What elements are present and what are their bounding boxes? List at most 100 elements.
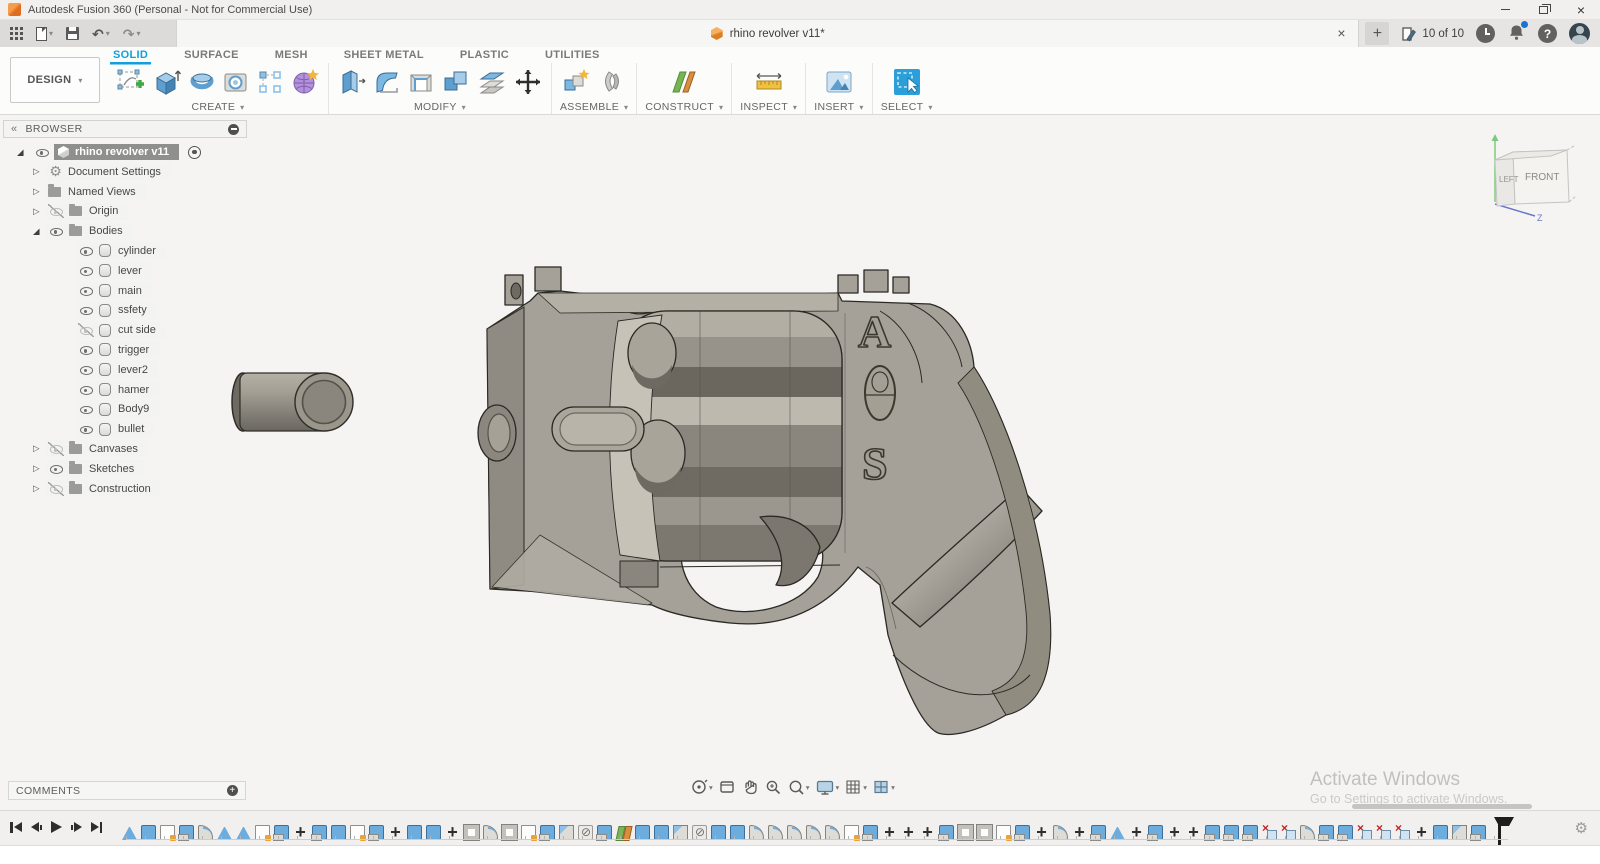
browser-node-bullet[interactable]: bullet — [3, 419, 247, 439]
inspect-group-label[interactable]: INSPECT▾ — [740, 100, 797, 114]
visibility-eye-icon[interactable] — [48, 204, 64, 218]
ribbon-tab-plastic[interactable]: PLASTIC — [457, 48, 512, 62]
new-component-icon[interactable] — [560, 67, 592, 97]
minimize-button[interactable] — [1486, 0, 1524, 19]
visibility-eye-icon[interactable] — [78, 363, 94, 377]
visibility-eye-icon[interactable] — [78, 284, 94, 298]
browser-node-origin[interactable]: Origin — [3, 202, 247, 222]
visibility-eye-icon[interactable] — [78, 264, 94, 278]
select-icon[interactable] — [892, 67, 922, 97]
ribbon-tab-utilities[interactable]: UTILITIES — [542, 48, 603, 62]
browser-node-canvases[interactable]: Canvases — [3, 439, 247, 459]
timeline-settings-gear-icon[interactable] — [1575, 819, 1588, 837]
modify-group-label[interactable]: MODIFY▾ — [414, 100, 466, 114]
play-button[interactable] — [51, 821, 62, 833]
visibility-eye-icon[interactable] — [78, 323, 94, 337]
twisty-open[interactable] — [33, 226, 46, 237]
construct-group-label[interactable]: CONSTRUCT▾ — [645, 100, 723, 114]
window-zoom-button[interactable]: ▾ — [787, 778, 810, 796]
tab-close-button[interactable] — [1333, 25, 1349, 41]
design-menu-button[interactable]: DESIGN ▾ — [10, 57, 100, 103]
browser-node-construction[interactable]: Construction — [3, 479, 247, 499]
visibility-eye-icon[interactable] — [48, 442, 64, 456]
step-forward-button[interactable] — [71, 822, 82, 832]
skip-to-end-button[interactable] — [91, 822, 103, 833]
display-settings-button[interactable]: ▾ — [815, 778, 840, 796]
save-button[interactable] — [66, 27, 79, 40]
browser-node-ssfety[interactable]: ssfety — [3, 301, 247, 321]
browser-node-named-views[interactable]: Named Views — [3, 182, 247, 202]
joint-icon[interactable] — [598, 67, 628, 97]
visibility-eye-icon[interactable] — [48, 482, 64, 496]
visibility-eye-icon[interactable] — [78, 244, 94, 258]
panel-minimize-icon[interactable] — [228, 124, 239, 135]
ribbon-tab-solid[interactable]: SOLID — [110, 48, 151, 62]
browser-node-lever[interactable]: lever — [3, 261, 247, 281]
comments-bar[interactable]: COMMENTS — [8, 781, 246, 800]
press-pull-icon[interactable] — [337, 67, 367, 97]
collapse-panel-icon[interactable] — [11, 123, 18, 135]
zoom-button[interactable] — [764, 778, 782, 796]
add-comment-icon[interactable] — [227, 785, 238, 796]
insert-image-icon[interactable] — [823, 67, 855, 97]
construction-plane-icon[interactable] — [668, 67, 700, 97]
viewports-button[interactable]: ▾ — [872, 778, 895, 796]
browser-node-document-settings[interactable]: ⚙Document Settings — [3, 162, 247, 182]
undo-button[interactable]: ↶▾ — [92, 27, 110, 41]
ribbon-tab-sheet-metal[interactable]: SHEET METAL — [341, 48, 427, 62]
browser-panel-header[interactable]: BROWSER — [3, 120, 247, 138]
pattern-icon[interactable] — [256, 68, 284, 96]
assemble-group-label[interactable]: ASSEMBLE▾ — [560, 100, 628, 114]
revolve-icon[interactable] — [188, 68, 216, 96]
twisty-closed[interactable] — [33, 483, 46, 494]
step-back-button[interactable] — [31, 822, 42, 832]
move-icon[interactable] — [513, 67, 543, 97]
twisty-closed[interactable] — [33, 186, 46, 197]
fillet-icon[interactable] — [373, 68, 401, 96]
browser-node-trigger[interactable]: trigger — [3, 340, 247, 360]
visibility-eye-icon[interactable] — [78, 402, 94, 416]
visibility-eye-icon[interactable] — [78, 343, 94, 357]
look-at-button[interactable] — [718, 778, 736, 796]
orbit-button[interactable]: ▾ — [690, 778, 713, 796]
maximize-button[interactable] — [1524, 0, 1562, 19]
twisty-closed[interactable] — [33, 206, 46, 217]
visibility-eye-icon[interactable] — [34, 145, 50, 159]
app-grid-icon[interactable] — [10, 27, 23, 40]
redo-button[interactable]: ↷▾ — [123, 27, 141, 41]
browser-node-cylinder[interactable]: cylinder — [3, 241, 247, 261]
pan-button[interactable] — [741, 778, 759, 796]
browser-node-bodies[interactable]: Bodies — [3, 221, 247, 241]
view-cube[interactable]: Z LEFT FRONT — [1473, 124, 1585, 224]
activate-component-radio[interactable] — [188, 146, 201, 159]
shell-icon[interactable] — [407, 68, 435, 96]
timeline-position-marker[interactable] — [1493, 817, 1509, 847]
form-icon[interactable] — [290, 67, 320, 97]
ribbon-tab-mesh[interactable]: MESH — [272, 48, 311, 62]
offset-faces-icon[interactable] — [477, 67, 507, 97]
document-tab[interactable]: rhino revolver v11* — [176, 20, 1359, 47]
measure-icon[interactable] — [752, 67, 786, 97]
visibility-eye-icon[interactable] — [78, 303, 94, 317]
notifications-button[interactable] — [1507, 23, 1526, 45]
extrude-icon[interactable] — [152, 67, 182, 97]
user-avatar[interactable] — [1569, 23, 1590, 44]
select-group-label[interactable]: SELECT▾ — [881, 100, 933, 114]
ribbon-tab-surface[interactable]: SURFACE — [181, 48, 242, 62]
new-tab-button[interactable] — [1365, 22, 1389, 45]
history-clock-icon[interactable] — [1476, 24, 1495, 43]
browser-node-root[interactable]: rhino revolver v11 — [3, 142, 247, 162]
combine-icon[interactable] — [441, 67, 471, 97]
grid-snap-button[interactable]: ▾ — [844, 778, 867, 796]
create-group-label[interactable]: CREATE▾ — [192, 100, 245, 114]
twisty-open[interactable] — [17, 147, 30, 158]
job-status[interactable]: 10 of 10 — [1401, 26, 1464, 42]
root-component-chip[interactable]: rhino revolver v11 — [54, 144, 179, 160]
browser-node-lever2[interactable]: lever2 — [3, 360, 247, 380]
twisty-closed[interactable] — [33, 443, 46, 454]
close-button[interactable] — [1562, 0, 1600, 19]
insert-group-label[interactable]: INSERT▾ — [814, 100, 863, 114]
create-sketch-icon[interactable] — [116, 67, 146, 97]
visibility-eye-icon[interactable] — [78, 383, 94, 397]
browser-node-cut-side[interactable]: cut side — [3, 320, 247, 340]
